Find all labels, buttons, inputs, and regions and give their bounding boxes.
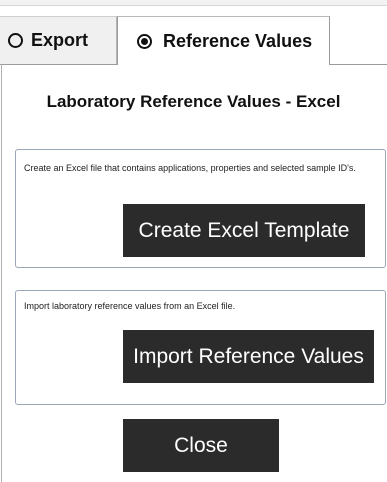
import-values-description: Import laboratory reference values from …: [24, 301, 236, 311]
close-button[interactable]: Close: [123, 419, 279, 472]
import-reference-values-button[interactable]: Import Reference Values: [123, 330, 374, 383]
tab-export[interactable]: Export: [0, 16, 117, 64]
tab-reference-values-label: Reference Values: [163, 30, 313, 51]
create-excel-template-button[interactable]: Create Excel Template: [123, 204, 365, 257]
page-title: Laboratory Reference Values - Excel: [46, 92, 341, 111]
panel-left-border: [1, 64, 2, 482]
create-template-group: Create an Excel file that contains appli…: [15, 149, 386, 268]
tab-export-label: Export: [31, 30, 89, 50]
tab-bar: Export Reference Values: [0, 16, 387, 65]
window-top-strip: [0, 0, 387, 6]
radio-checked-icon[interactable]: [137, 33, 152, 49]
create-template-description: Create an Excel file that contains appli…: [24, 163, 356, 173]
radio-unchecked-icon[interactable]: [8, 33, 23, 48]
import-values-group: Import laboratory reference values from …: [15, 290, 386, 405]
tab-reference-values[interactable]: Reference Values: [117, 16, 330, 65]
